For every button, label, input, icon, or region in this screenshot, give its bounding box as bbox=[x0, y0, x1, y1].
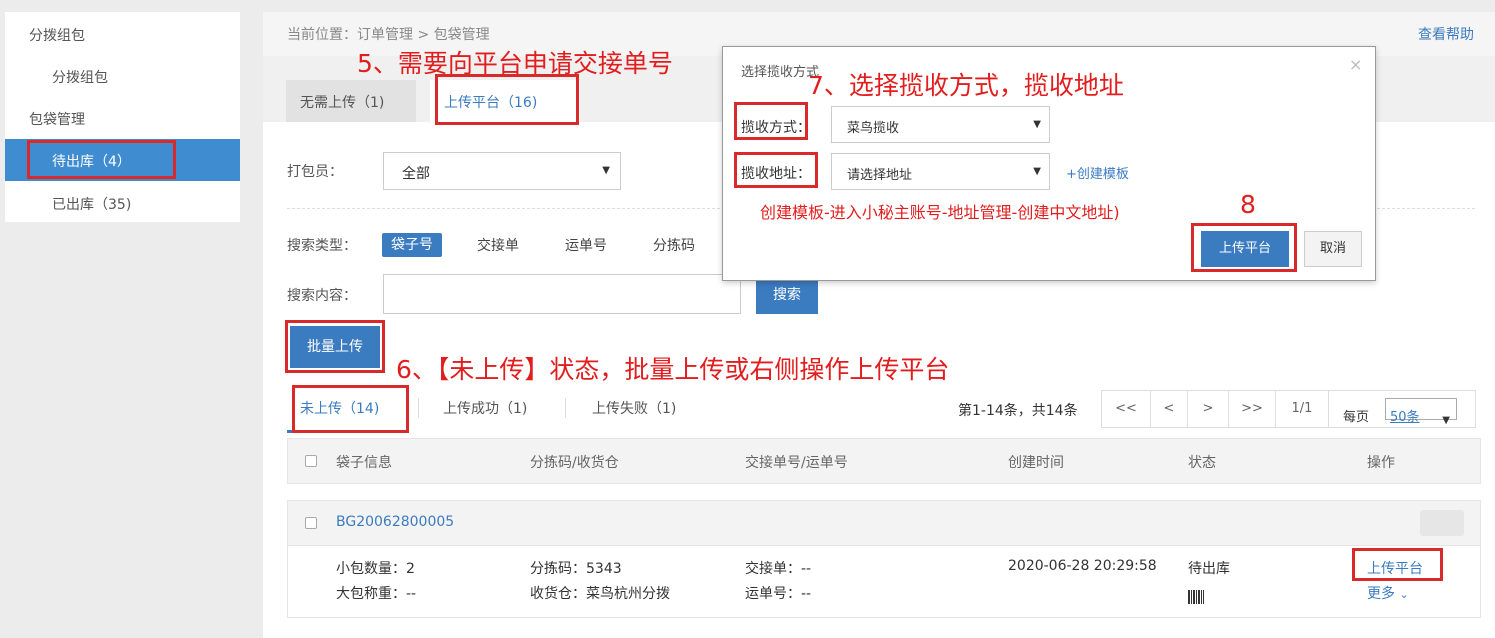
divider bbox=[418, 398, 419, 418]
chevron-down-icon: ▼ bbox=[1033, 166, 1041, 177]
search-content-label: 搜索内容： bbox=[287, 288, 357, 304]
tab-upload-platform[interactable]: 上传平台（16) bbox=[430, 80, 580, 122]
big-package-weight: 大包称重：-- bbox=[336, 586, 417, 602]
row-upload-platform-link[interactable]: 上传平台 bbox=[1367, 558, 1423, 578]
per-page-value: 50条 bbox=[1390, 410, 1420, 425]
barcode-icon[interactable] bbox=[1188, 590, 1204, 604]
packer-select[interactable]: 全部 ▼ bbox=[383, 152, 621, 190]
subtab-upload-success[interactable]: 上传成功（1) bbox=[443, 398, 527, 418]
pagination-last[interactable]: >> bbox=[1228, 390, 1276, 428]
pickup-address-label: 揽收地址： bbox=[741, 166, 811, 182]
sidebar-item-label: 待出库（4） bbox=[52, 154, 131, 170]
more-label: 更多 bbox=[1367, 586, 1395, 602]
header-status: 状态 bbox=[1188, 455, 1216, 471]
header-created-time: 创建时间 bbox=[1008, 455, 1064, 471]
divider bbox=[565, 398, 566, 418]
pagination-next[interactable]: > bbox=[1187, 390, 1229, 428]
pagination-prev[interactable]: < bbox=[1150, 390, 1188, 428]
row-checkbox[interactable] bbox=[305, 517, 317, 529]
status-text: 待出库 bbox=[1188, 561, 1230, 577]
header-bag-info: 袋子信息 bbox=[336, 455, 392, 471]
sidebar-group-sort-pack[interactable]: 分拨组包 bbox=[29, 25, 85, 45]
annotation-step6: 6、【未上传】状态，批量上传或右侧操作上传平台 bbox=[396, 355, 950, 384]
row-toggle[interactable] bbox=[1420, 510, 1464, 536]
search-type-handover[interactable]: 交接单 bbox=[477, 235, 519, 255]
breadcrumb: 当前位置：订单管理 > 包袋管理 bbox=[287, 27, 490, 43]
tab-label: 上传平台（16) bbox=[444, 95, 538, 111]
table-row-header bbox=[287, 500, 1481, 546]
search-button[interactable]: 搜索 bbox=[756, 276, 818, 314]
table-header bbox=[287, 438, 1481, 484]
annotation-hint: 创建模板-进入小秘主账号-地址管理-创建中文地址) bbox=[760, 203, 1120, 222]
header-handover-waybill: 交接单号/运单号 bbox=[745, 455, 848, 471]
subtab-not-uploaded[interactable]: 未上传（14) bbox=[300, 398, 379, 418]
close-icon[interactable]: × bbox=[1349, 55, 1362, 74]
chevron-down-icon: ▼ bbox=[1442, 415, 1450, 426]
pickup-method-label: 揽收方式： bbox=[741, 120, 811, 136]
chevron-down-icon: ▼ bbox=[1033, 119, 1041, 130]
search-type-sort-code[interactable]: 分拣码 bbox=[653, 235, 695, 255]
header-actions: 操作 bbox=[1367, 455, 1395, 471]
search-type-bag-no[interactable]: 袋子号 bbox=[382, 233, 442, 257]
per-page-select[interactable]: 50条 ▼ bbox=[1385, 398, 1457, 426]
chevron-down-icon: ▼ bbox=[602, 165, 610, 176]
per-page-label: 每页 bbox=[1343, 410, 1370, 425]
help-link[interactable]: 查看帮助 bbox=[1418, 24, 1474, 44]
pickup-method-select[interactable]: 菜鸟揽收 ▼ bbox=[831, 106, 1050, 143]
pagination-summary: 第1-14条，共14条 bbox=[958, 403, 1078, 419]
annotation-step8: 8 bbox=[1240, 190, 1256, 219]
subtab-active-indicator bbox=[287, 430, 407, 433]
header-sort-warehouse: 分拣码/收货仓 bbox=[530, 455, 619, 471]
sidebar-group-bag-management[interactable]: 包袋管理 bbox=[29, 109, 85, 129]
sidebar-item-sort-pack[interactable]: 分拨组包 bbox=[52, 67, 108, 87]
dialog-cancel-button[interactable]: 取消 bbox=[1304, 231, 1362, 267]
sort-code: 分拣码：5343 bbox=[530, 561, 622, 577]
annotation-step5: 5、需要向平台申请交接单号 bbox=[357, 49, 673, 78]
subtab-upload-failed[interactable]: 上传失败（1) bbox=[592, 398, 676, 418]
per-page-box: 每页 50条 ▼ bbox=[1328, 390, 1476, 428]
create-template-link[interactable]: +创建模板 bbox=[1066, 163, 1129, 182]
sidebar-item-outbound[interactable]: 已出库（35) bbox=[52, 194, 131, 214]
small-package-count: 小包数量：2 bbox=[336, 561, 415, 577]
dialog-upload-platform-button[interactable]: 上传平台 bbox=[1201, 231, 1289, 267]
created-time: 2020-06-28 20:29:58 bbox=[1008, 558, 1157, 574]
packer-label: 打包员： bbox=[287, 164, 343, 180]
search-input[interactable] bbox=[383, 274, 741, 314]
pickup-address-select[interactable]: 请选择地址 ▼ bbox=[831, 153, 1050, 190]
sidebar-item-pending-outbound[interactable]: 待出库（4） bbox=[5, 139, 240, 181]
chevron-down-icon: ⌄ bbox=[1399, 588, 1409, 601]
tab-label: 无需上传（1) bbox=[300, 95, 385, 111]
pagination-first[interactable]: << bbox=[1101, 390, 1151, 428]
search-type-label: 搜索类型： bbox=[287, 238, 357, 254]
tab-no-upload[interactable]: 无需上传（1) bbox=[286, 80, 416, 122]
table-row bbox=[287, 546, 1481, 618]
pagination-page: 1/1 bbox=[1275, 390, 1329, 428]
bag-id-link[interactable]: BG20062800005 bbox=[336, 514, 454, 530]
waybill-number: 运单号：-- bbox=[745, 586, 812, 602]
sidebar: 分拨组包 分拨组包 包袋管理 待出库（4） 已出库（35) bbox=[5, 12, 240, 222]
select-all-checkbox[interactable] bbox=[305, 455, 317, 467]
row-more-menu[interactable]: 更多 ⌄ bbox=[1367, 583, 1409, 603]
handover-number: 交接单：-- bbox=[745, 561, 812, 577]
annotation-step7: 7、选择揽收方式，揽收地址 bbox=[808, 71, 1124, 100]
pickup-address-value: 请选择地址 bbox=[847, 168, 913, 183]
batch-upload-button[interactable]: 批量上传 bbox=[290, 326, 380, 368]
search-type-waybill[interactable]: 运单号 bbox=[565, 235, 607, 255]
receiving-warehouse: 收货仓：菜鸟杭州分拨 bbox=[530, 586, 670, 602]
pickup-method-value: 菜鸟揽收 bbox=[847, 121, 900, 136]
packer-select-value: 全部 bbox=[402, 166, 430, 182]
